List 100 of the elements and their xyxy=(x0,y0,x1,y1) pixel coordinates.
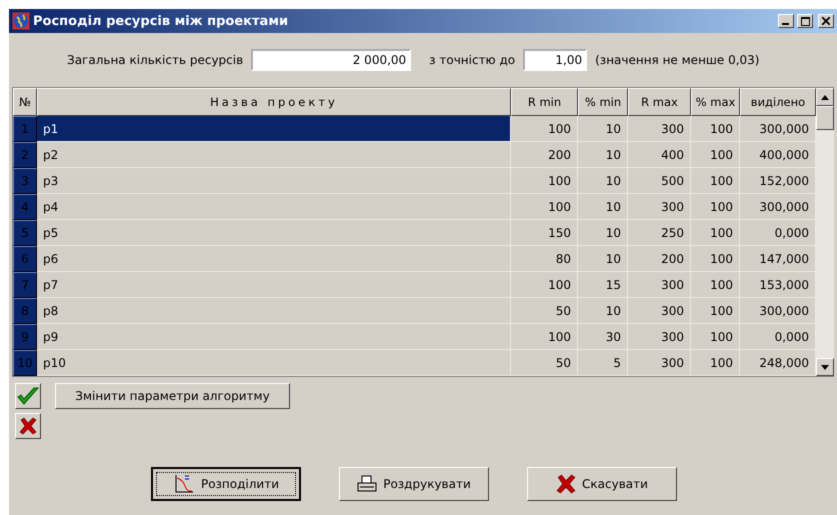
table-cell: 147,000 xyxy=(740,246,816,272)
maximize-button[interactable] xyxy=(797,14,813,28)
row-number: 10 xyxy=(13,350,37,376)
table-cell: 250 xyxy=(628,220,691,246)
table-cell: 150 xyxy=(511,220,578,246)
row-number: 3 xyxy=(13,168,37,194)
table-cell: 0,000 xyxy=(740,324,816,350)
table-cell: 100 xyxy=(511,168,578,194)
table-cell: 100 xyxy=(691,272,740,298)
table-cell: 100 xyxy=(691,246,740,272)
table-cell: 300,000 xyxy=(740,298,816,324)
column-header[interactable]: Назва проекту xyxy=(37,88,511,116)
row-number: 9 xyxy=(13,324,37,350)
checkmark-icon xyxy=(17,386,39,406)
column-header[interactable]: виділено xyxy=(740,88,816,116)
table-cell: 300 xyxy=(628,272,691,298)
row-number: 2 xyxy=(13,142,37,168)
row-number: 1 xyxy=(13,116,37,142)
precision-label: з точністю до xyxy=(429,53,516,67)
table-cell: 100 xyxy=(691,142,740,168)
column-header[interactable]: R min xyxy=(511,88,578,116)
total-field[interactable]: 2 000,00 xyxy=(251,49,412,71)
table-cell: 100 xyxy=(511,116,578,142)
table-cell: 10 xyxy=(578,168,628,194)
table-cell: 100 xyxy=(511,194,578,220)
table-cell: 300 xyxy=(628,298,691,324)
cross-icon xyxy=(19,417,37,435)
scroll-down-button[interactable] xyxy=(816,358,834,376)
scroll-up-button[interactable] xyxy=(816,88,834,106)
table-cell: 153,000 xyxy=(740,272,816,298)
project-name-cell[interactable]: p3 xyxy=(37,168,511,194)
down-arrow-icon xyxy=(821,364,829,370)
column-header[interactable]: % min xyxy=(578,88,628,116)
table-cell: 80 xyxy=(511,246,578,272)
row-number: 6 xyxy=(13,246,37,272)
row-number: 5 xyxy=(13,220,37,246)
minimize-button[interactable] xyxy=(778,14,794,28)
precision-field[interactable]: 1,00 xyxy=(523,49,588,71)
print-button[interactable]: Роздрукувати xyxy=(339,467,489,501)
globe-icon xyxy=(12,12,30,30)
vertical-scrollbar[interactable] xyxy=(816,88,834,376)
printer-icon xyxy=(357,475,378,493)
table-cell: 10 xyxy=(578,220,628,246)
table-cell: 0,000 xyxy=(740,220,816,246)
project-name-cell[interactable]: p5 xyxy=(37,220,511,246)
window-title: Росподіл ресурсів між проектами xyxy=(33,14,290,28)
table-cell: 500 xyxy=(628,168,691,194)
table-cell: 100 xyxy=(691,324,740,350)
table-cell: 10 xyxy=(578,298,628,324)
column-header[interactable]: № xyxy=(13,88,37,116)
project-name-cell[interactable]: p10 xyxy=(37,350,511,376)
close-icon xyxy=(822,17,830,25)
project-name-cell[interactable]: p6 xyxy=(37,246,511,272)
table-cell: 100 xyxy=(511,324,578,350)
table-cell: 100 xyxy=(691,350,740,376)
column-header[interactable]: R max xyxy=(628,88,691,116)
table-cell: 152,000 xyxy=(740,168,816,194)
project-name-cell[interactable]: p1 xyxy=(37,116,511,142)
close-button[interactable] xyxy=(818,14,834,28)
table-cell: 248,000 xyxy=(740,350,816,376)
maximize-icon xyxy=(800,16,810,26)
table-cell: 200 xyxy=(511,142,578,168)
project-name-cell[interactable]: p2 xyxy=(37,142,511,168)
reject-button[interactable] xyxy=(15,413,41,439)
table-cell: 100 xyxy=(511,272,578,298)
table-cell: 400,000 xyxy=(740,142,816,168)
confirm-button[interactable] xyxy=(15,383,41,409)
table-cell: 50 xyxy=(511,350,578,376)
change-parameters-button[interactable]: Змінити параметри алгоритму xyxy=(55,383,290,409)
project-name-cell[interactable]: p7 xyxy=(37,272,511,298)
table-cell: 300 xyxy=(628,194,691,220)
distribute-button[interactable]: Розподілити xyxy=(151,467,301,501)
table-cell: 10 xyxy=(578,194,628,220)
row-number: 7 xyxy=(13,272,37,298)
chart-icon xyxy=(172,474,195,494)
table-cell: 100 xyxy=(691,298,740,324)
table-cell: 300,000 xyxy=(740,194,816,220)
table-cell: 50 xyxy=(511,298,578,324)
total-label: Загальна кількість ресурсів xyxy=(67,53,244,67)
table-cell: 300 xyxy=(628,324,691,350)
table-cell: 100 xyxy=(691,194,740,220)
table-cell: 300 xyxy=(628,350,691,376)
table-cell: 200 xyxy=(628,246,691,272)
table-cell: 300,000 xyxy=(740,116,816,142)
project-name-cell[interactable]: p9 xyxy=(37,324,511,350)
table-cell: 10 xyxy=(578,116,628,142)
table-cell: 100 xyxy=(691,168,740,194)
cross-icon xyxy=(556,474,576,494)
cancel-button[interactable]: Скасувати xyxy=(527,467,677,501)
scroll-thumb[interactable] xyxy=(816,106,834,130)
precision-hint: (значення не менше 0,03) xyxy=(595,53,760,67)
project-name-cell[interactable]: p8 xyxy=(37,298,511,324)
up-arrow-icon xyxy=(821,94,829,100)
table-cell: 5 xyxy=(578,350,628,376)
project-name-cell[interactable]: p4 xyxy=(37,194,511,220)
table-cell: 10 xyxy=(578,142,628,168)
table-cell: 100 xyxy=(691,116,740,142)
row-number: 4 xyxy=(13,194,37,220)
table-cell: 100 xyxy=(691,220,740,246)
column-header[interactable]: % max xyxy=(691,88,740,116)
